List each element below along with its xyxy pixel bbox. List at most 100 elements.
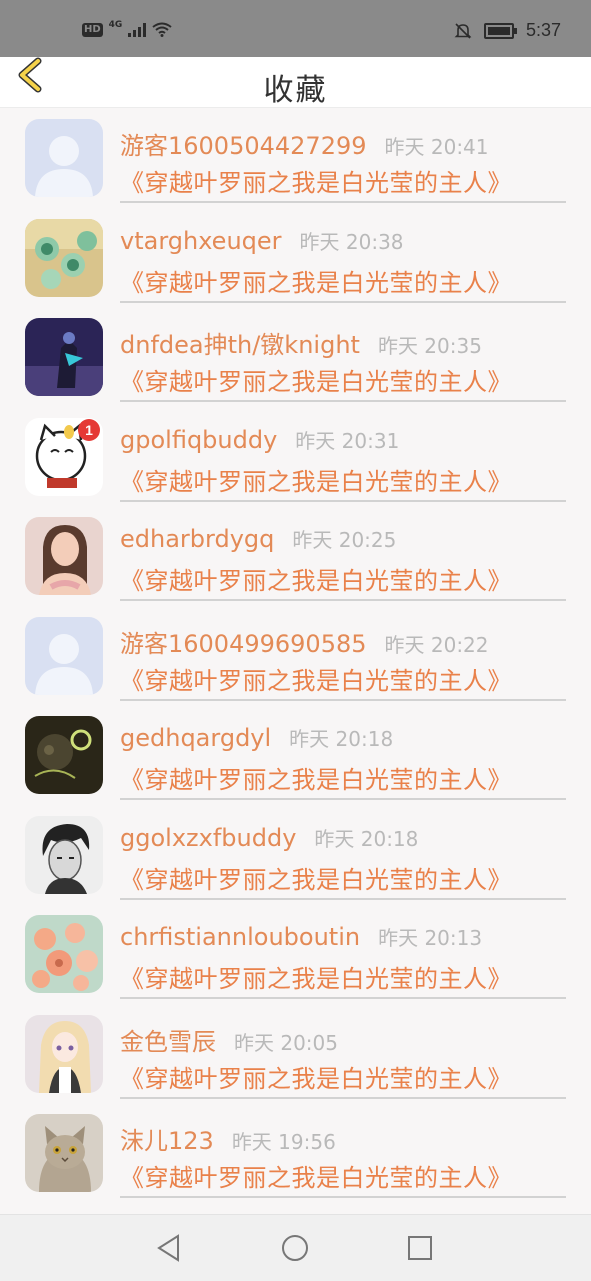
username[interactable]: gedhqargdyl [120, 724, 271, 752]
username[interactable]: chrfistiannlouboutin [120, 923, 360, 951]
lucky-cat-avatar: 1 [25, 417, 103, 496]
dark-photo-avatar [25, 716, 103, 794]
list-item[interactable]: vtarghxeuqer 昨天 20:38 《穿越叶罗丽之我是白光莹的主人》 [0, 208, 591, 308]
nav-back-button[interactable] [152, 1231, 186, 1265]
status-bar: HD 4G 5:37 [0, 0, 591, 57]
divider [120, 499, 566, 502]
list-item[interactable]: dnfdea抻th/镦knight 昨天 20:35 《穿越叶罗丽之我是白光莹的主人… [0, 307, 591, 407]
list-item[interactable]: 游客1600499690585 昨天 20:22 《穿越叶罗丽之我是白光莹的主人》 [0, 606, 591, 706]
item-meta: gpolfiqbuddy 昨天 20:31 [120, 425, 399, 454]
book-title-link[interactable]: 《穿越叶罗丽之我是白光莹的主人》 [120, 959, 512, 994]
anime-girl-avatar [25, 1014, 103, 1093]
network-type: 4G [108, 19, 123, 30]
divider [120, 798, 566, 800]
divider [120, 400, 566, 402]
timestamp: 昨天 20:25 [292, 528, 397, 552]
timestamp: 昨天 20:05 [234, 1030, 338, 1055]
username[interactable]: vtarghxeuqer [120, 227, 282, 255]
list-item[interactable]: chrfistiannlouboutin 昨天 20:13 《穿越叶罗丽之我是白光莹… [0, 904, 591, 1004]
cakes-avatar [25, 218, 103, 297]
username[interactable]: gpolfiqbuddy [120, 426, 277, 454]
username[interactable]: 游客1600499690585 [120, 624, 367, 659]
book-title-link[interactable]: 《穿越叶罗丽之我是白光莹的主人》 [120, 1059, 512, 1094]
book-title-link[interactable]: 《穿越叶罗丽之我是白光莹的主人》 [120, 860, 512, 895]
book-title-link[interactable]: 《穿越叶罗丽之我是白光莹的主人》 [120, 661, 512, 696]
item-meta: vtarghxeuqer 昨天 20:38 [120, 226, 404, 255]
nav-home-button[interactable] [278, 1231, 312, 1265]
divider [120, 698, 566, 701]
avatar[interactable] [25, 517, 103, 595]
username[interactable]: 游客1600504427299 [120, 126, 367, 161]
wifi-icon [152, 22, 172, 37]
list-item[interactable]: gedhqargdyl 昨天 20:18 《穿越叶罗丽之我是白光莹的主人》 [0, 705, 591, 805]
avatar[interactable] [25, 716, 103, 794]
divider [120, 599, 566, 601]
nav-recents-button[interactable] [403, 1231, 437, 1265]
app-header: 收藏 [0, 57, 591, 108]
system-nav-bar [0, 1214, 591, 1281]
username[interactable]: dnfdea抻th/镦knight [120, 325, 360, 360]
divider [120, 300, 566, 303]
divider [120, 897, 566, 900]
timestamp: 昨天 20:22 [384, 632, 489, 657]
item-meta: 金色雪辰 昨天 20:05 [120, 1022, 338, 1057]
item-meta: 游客1600504427299 昨天 20:41 [120, 126, 489, 161]
svg-text:1: 1 [85, 422, 93, 438]
divider [120, 997, 566, 999]
avatar[interactable]: 1 [25, 417, 103, 496]
book-title-link[interactable]: 《穿越叶罗丽之我是白光莹的主人》 [120, 263, 512, 298]
timestamp: 昨天 20:13 [378, 926, 483, 950]
avatar[interactable] [25, 119, 103, 197]
list-item[interactable]: 沫儿123 昨天 19:56 《穿越叶罗丽之我是白光莹的主人》 [0, 1103, 591, 1203]
username[interactable]: ggolxzxfbuddy [120, 824, 296, 852]
bell-muted-icon [454, 22, 472, 39]
avatar[interactable] [25, 915, 103, 993]
page-title: 收藏 [263, 73, 328, 108]
item-meta: 沫儿123 昨天 19:56 [120, 1121, 336, 1156]
status-right: 5:37 [454, 20, 561, 41]
username[interactable]: 沫儿123 [120, 1121, 214, 1156]
book-title-link[interactable]: 《穿越叶罗丽之我是白光莹的主人》 [120, 1158, 512, 1193]
knight-avatar [25, 318, 103, 396]
timestamp: 昨天 19:56 [231, 1130, 336, 1154]
square-recents-icon [408, 1236, 432, 1260]
man-sketch-avatar [25, 815, 103, 894]
book-title-link[interactable]: 《穿越叶罗丽之我是白光莹的主人》 [120, 760, 512, 795]
avatar[interactable] [25, 218, 103, 297]
book-title-link[interactable]: 《穿越叶罗丽之我是白光莹的主人》 [120, 362, 512, 397]
item-meta: 游客1600499690585 昨天 20:22 [120, 624, 489, 659]
avatar[interactable] [25, 815, 103, 894]
list-item[interactable]: 游客1600504427299 昨天 20:41 《穿越叶罗丽之我是白光莹的主人》 [0, 108, 591, 208]
book-title-link[interactable]: 《穿越叶罗丽之我是白光莹的主人》 [120, 462, 512, 497]
divider [120, 1196, 566, 1198]
item-meta: gedhqargdyl 昨天 20:18 [120, 723, 393, 752]
item-meta: ggolxzxfbuddy 昨天 20:18 [120, 823, 418, 852]
avatar[interactable] [25, 616, 103, 695]
woman-avatar [25, 517, 103, 595]
username[interactable]: edharbrdygq [120, 525, 274, 553]
battery-icon [483, 22, 517, 39]
timestamp: 昨天 20:38 [299, 229, 404, 254]
signal-icon [128, 22, 147, 37]
divider [120, 201, 566, 203]
timestamp: 昨天 20:18 [289, 727, 394, 751]
book-title-link[interactable]: 《穿越叶罗丽之我是白光莹的主人》 [120, 163, 512, 198]
list-item[interactable]: 1 gpolfiqbuddy 昨天 20:31 《穿越叶罗丽之我是白光莹的主人》 [0, 407, 591, 507]
list-item[interactable]: 金色雪辰 昨天 20:05 《穿越叶罗丽之我是白光莹的主人》 [0, 1004, 591, 1104]
username[interactable]: 金色雪辰 [120, 1022, 216, 1057]
divider [120, 1096, 566, 1099]
list-item[interactable]: edharbrdygq 昨天 20:25 《穿越叶罗丽之我是白光莹的主人》 [0, 506, 591, 606]
timestamp: 昨天 20:35 [377, 334, 482, 358]
triangle-back-icon [157, 1234, 179, 1262]
book-title-link[interactable]: 《穿越叶罗丽之我是白光莹的主人》 [120, 561, 512, 596]
favorites-list: 游客1600504427299 昨天 20:41 《穿越叶罗丽之我是白光莹的主人》 v… [0, 108, 591, 1203]
avatar[interactable] [25, 1014, 103, 1093]
item-meta: dnfdea抻th/镦knight 昨天 20:35 [120, 325, 482, 360]
flowers-avatar [25, 915, 103, 993]
list-item[interactable]: ggolxzxfbuddy 昨天 20:18 《穿越叶罗丽之我是白光莹的主人》 [0, 805, 591, 905]
default-avatar [25, 616, 103, 695]
timestamp: 昨天 20:41 [384, 135, 489, 159]
avatar[interactable] [25, 318, 103, 396]
clock: 5:37 [525, 20, 561, 40]
avatar[interactable] [25, 1114, 103, 1192]
